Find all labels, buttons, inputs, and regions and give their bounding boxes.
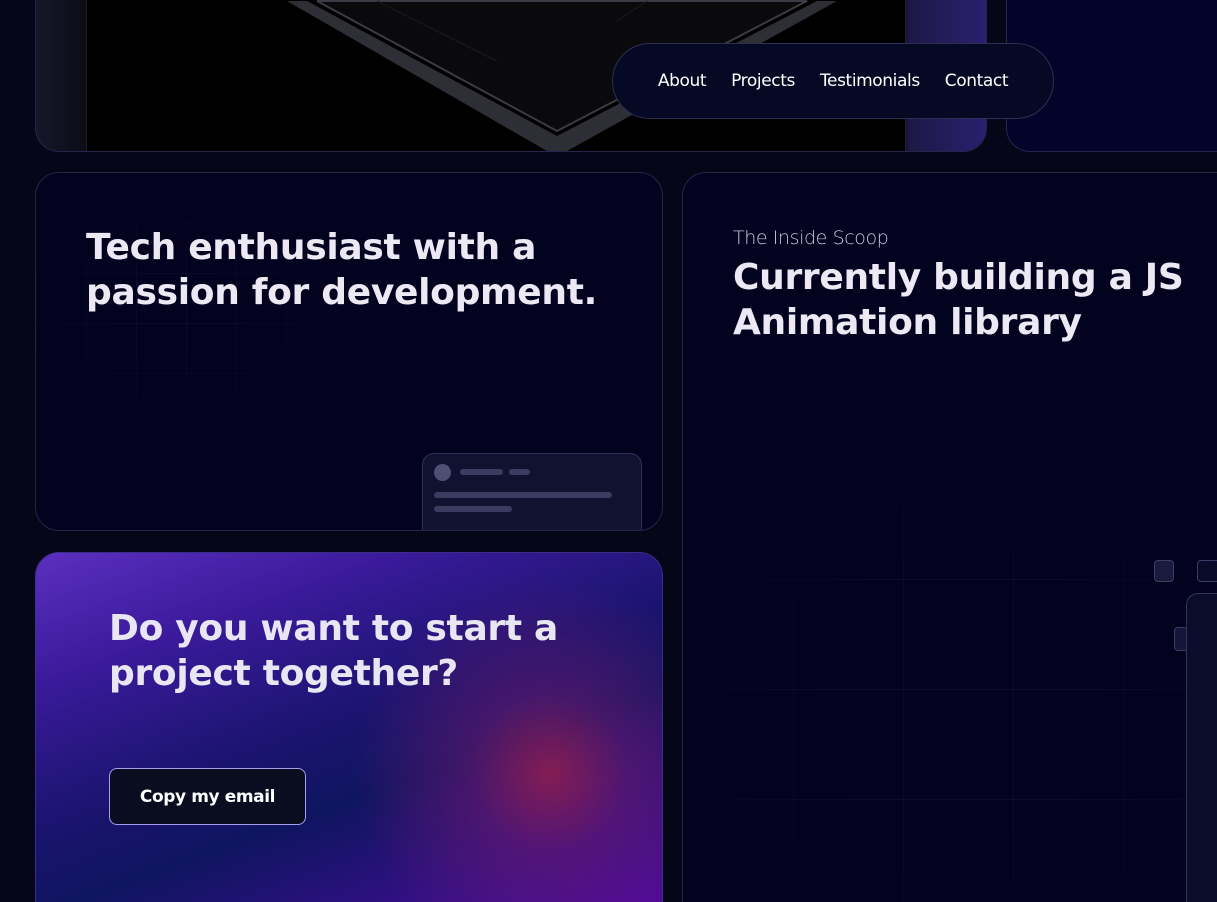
scoop-eyebrow: The Inside Scoop xyxy=(733,227,889,249)
placeholder-bar xyxy=(434,506,512,512)
tech-heading: Tech enthusiast with a passion for devel… xyxy=(86,227,597,313)
nav-link-contact[interactable]: Contact xyxy=(945,71,1009,91)
nav-link-projects[interactable]: Projects xyxy=(731,71,795,91)
copy-email-button[interactable]: Copy my email xyxy=(109,768,306,825)
placeholder-bar xyxy=(434,492,612,498)
nav-link-testimonials[interactable]: Testimonials xyxy=(820,71,920,91)
main-nav: About Projects Testimonials Contact xyxy=(612,43,1054,119)
tech-enthusiast-card: Tech enthusiast with a passion for devel… xyxy=(35,172,663,531)
project-cta-card: Do you want to start a project together?… xyxy=(35,552,663,902)
scoop-heading: Currently building a JS Animation librar… xyxy=(733,257,1184,343)
grid-background xyxy=(683,453,1217,902)
placeholder-bar xyxy=(460,469,503,475)
cta-heading: Do you want to start a project together? xyxy=(109,608,559,694)
profile-widget-illustration xyxy=(422,453,642,530)
avatar-placeholder-icon xyxy=(434,464,451,481)
nav-link-about[interactable]: About xyxy=(658,71,707,91)
portfolio-page: About Projects Testimonials Contact Tech… xyxy=(0,0,1217,902)
decorative-panel xyxy=(1186,593,1217,902)
inside-scoop-card: The Inside Scoop Currently building a JS… xyxy=(682,172,1217,902)
decorative-tile xyxy=(1197,560,1217,582)
decorative-tile xyxy=(1154,560,1174,582)
placeholder-bar xyxy=(509,469,530,475)
